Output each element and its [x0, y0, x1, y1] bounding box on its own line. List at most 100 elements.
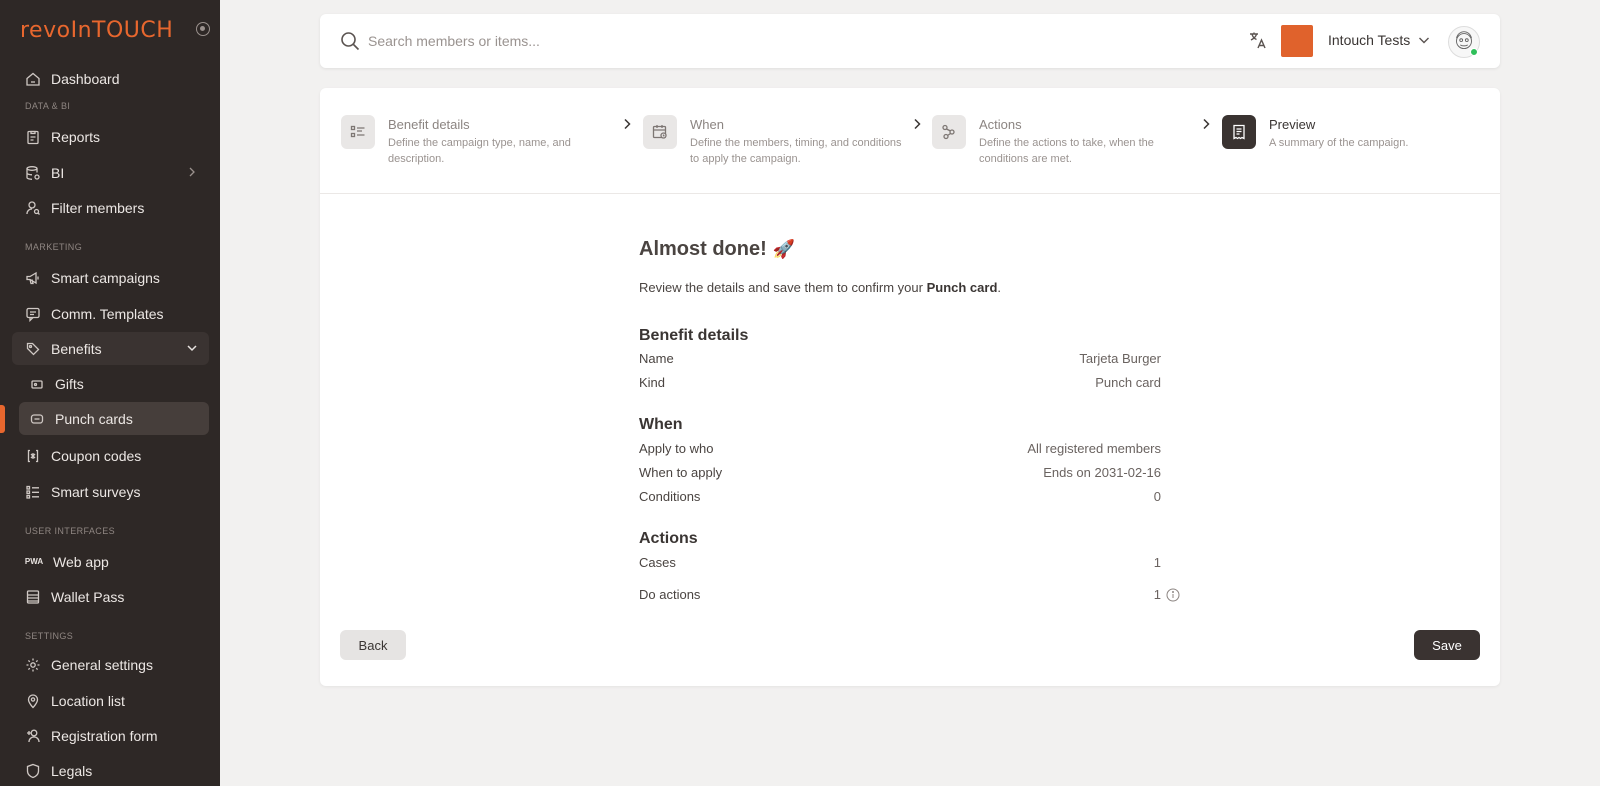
gear-icon: [25, 657, 41, 673]
section-label-user-interfaces: USER INTERFACES: [25, 526, 116, 536]
step-description: Define the members, timing, and conditio…: [690, 137, 902, 165]
sidebar-item-label: Location list: [51, 692, 125, 709]
sidebar-item-smart-surveys[interactable]: Smart surveys: [12, 475, 209, 508]
step-when[interactable]: When Define the members, timing, and con…: [643, 115, 903, 175]
sidebar-item-reports[interactable]: Reports: [12, 120, 209, 153]
calendar-icon: [643, 115, 677, 149]
punch-card-icon: [29, 411, 45, 427]
sidebar-item-label: Punch cards: [55, 410, 133, 427]
row-value: Tarjeta Burger: [1079, 351, 1161, 366]
row-value: Ends on 2031-02-16: [1043, 465, 1161, 480]
sidebar-item-dashboard[interactable]: Dashboard: [12, 62, 209, 95]
database-icon: [25, 165, 41, 181]
sidebar-item-filter-members[interactable]: Filter members: [12, 191, 209, 224]
step-title: When: [690, 117, 724, 132]
chevron-down-icon: [187, 345, 197, 352]
sidebar-item-legals[interactable]: Legals: [12, 754, 209, 786]
back-button[interactable]: Back: [340, 630, 406, 660]
intro-text: Review the details and save them to conf…: [639, 280, 1001, 295]
page-title: Almost done! 🚀: [639, 238, 795, 261]
step-title: Actions: [979, 117, 1022, 132]
sidebar-item-location-list[interactable]: Location list: [12, 684, 209, 717]
logo-row: revoInTOUCH: [20, 18, 210, 43]
step-title: Benefit details: [388, 117, 470, 132]
sidebar-item-smart-campaigns[interactable]: Smart campaigns: [12, 261, 209, 294]
search-icon: [341, 32, 360, 51]
sidebar-item-general-settings[interactable]: General settings: [12, 648, 209, 681]
row-value: 0: [1153, 489, 1161, 504]
sidebar-item-label: Web app: [53, 553, 109, 570]
sidebar-item-label: Dashboard: [51, 70, 120, 87]
organization-name[interactable]: Intouch Tests: [1328, 32, 1410, 48]
logo-thin-text: InTOUCH: [70, 18, 174, 43]
home-icon: [25, 71, 41, 87]
summary-row: When to apply Ends on 2031-02-16: [639, 465, 1161, 483]
chevron-right-icon: [189, 167, 195, 177]
search-input[interactable]: [368, 28, 768, 54]
step-benefit-details[interactable]: Benefit details Define the campaign type…: [341, 115, 611, 175]
row-label: Do actions: [639, 587, 701, 602]
step-description: A summary of the campaign.: [1269, 137, 1409, 149]
top-bar: Intouch Tests: [320, 14, 1500, 68]
sidebar-item-punch-cards[interactable]: Punch cards: [19, 402, 209, 435]
sidebar-item-bi[interactable]: BI: [12, 156, 209, 189]
row-value: All registered members: [1027, 441, 1161, 456]
row-value: 1: [1153, 587, 1161, 602]
app-logo[interactable]: revoInTOUCH: [20, 18, 173, 43]
chevron-right-icon: [624, 118, 631, 130]
report-icon: [25, 129, 41, 145]
step-actions[interactable]: Actions Define the actions to take, when…: [932, 115, 1192, 175]
sidebar-item-label: Comm. Templates: [51, 305, 164, 322]
row-label: Conditions: [639, 489, 701, 504]
sidebar-collapse-icon[interactable]: [196, 22, 210, 36]
summary-row: Cases 1: [639, 555, 1161, 573]
step-preview[interactable]: Preview A summary of the campaign.: [1222, 115, 1482, 175]
sidebar-item-label: Coupon codes: [51, 447, 142, 464]
tag-icon: [25, 341, 41, 357]
gift-card-icon: [29, 376, 45, 392]
logo-bold-text: revo: [20, 18, 71, 43]
sidebar-item-wallet-pass[interactable]: Wallet Pass: [12, 580, 209, 613]
user-search-icon: [25, 200, 41, 216]
section-title-when: When: [639, 416, 683, 433]
actions-icon: [932, 115, 966, 149]
translate-icon[interactable]: [1248, 30, 1268, 50]
list-icon: [341, 115, 375, 149]
chevron-down-icon[interactable]: [1417, 33, 1431, 47]
rocket-icon: 🚀: [772, 239, 796, 259]
sidebar-item-label: Gifts: [55, 375, 84, 392]
info-icon[interactable]: [1166, 588, 1180, 602]
summary-row: Name Tarjeta Burger: [639, 351, 1161, 369]
coupon-code-icon: [25, 448, 41, 464]
sidebar-item-comm-templates[interactable]: Comm. Templates: [12, 297, 209, 330]
shield-icon: [25, 763, 41, 779]
section-title-actions: Actions: [639, 530, 698, 547]
chevron-right-icon: [914, 118, 921, 130]
pwa-icon: PWA: [24, 557, 44, 566]
sidebar-item-registration-form[interactable]: Registration form: [12, 719, 209, 752]
sidebar-item-web-app[interactable]: PWA Web app: [12, 545, 209, 578]
summary-row: Conditions 0: [639, 489, 1161, 507]
location-pin-icon: [25, 693, 41, 709]
sidebar-item-coupon-codes[interactable]: Coupon codes: [12, 439, 209, 472]
summary-row: Apply to who All registered members: [639, 441, 1161, 459]
sidebar: revoInTOUCH Dashboard DATA & BI Reports …: [0, 0, 220, 786]
section-label-marketing: MARKETING: [25, 242, 83, 252]
sidebar-item-benefits[interactable]: Benefits: [12, 332, 209, 365]
user-add-icon: [25, 728, 41, 744]
list-check-icon: [25, 484, 41, 500]
save-button[interactable]: Save: [1414, 630, 1480, 660]
step-description: Define the campaign type, name, and desc…: [388, 137, 571, 165]
organization-logo: [1281, 25, 1313, 57]
benefit-kind-highlight: Punch card: [926, 280, 998, 295]
intro-suffix: .: [997, 280, 1002, 295]
wizard-stepper: Benefit details Define the campaign type…: [320, 88, 1500, 194]
section-label-settings: SETTINGS: [25, 631, 74, 641]
sidebar-item-label: Smart campaigns: [51, 269, 160, 286]
sidebar-item-gifts[interactable]: Gifts: [19, 367, 209, 400]
sidebar-item-label: Registration form: [51, 727, 158, 744]
row-label: Name: [639, 351, 674, 366]
campaign-wizard-card: Benefit details Define the campaign type…: [320, 88, 1500, 686]
row-value: 1: [1153, 555, 1161, 570]
active-item-marker: [0, 405, 5, 433]
